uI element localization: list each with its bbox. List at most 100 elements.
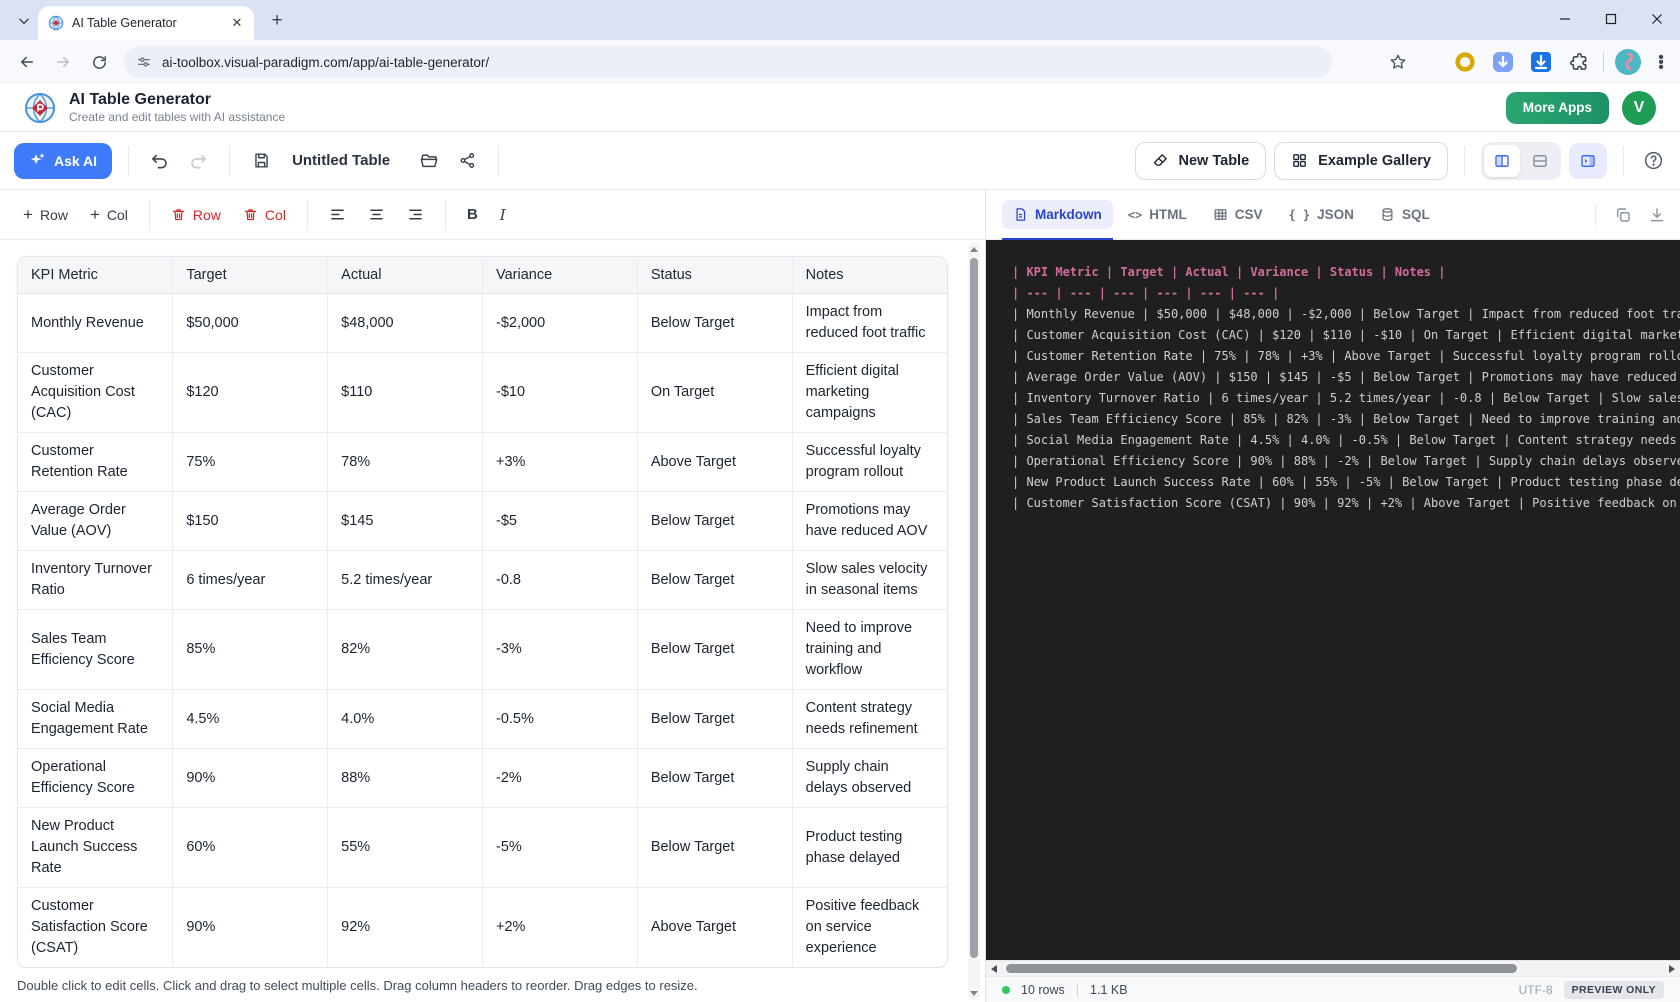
italic-button[interactable]: I [491,200,515,230]
bold-button[interactable]: B [458,200,487,229]
column-header-actual[interactable]: Actual [327,257,483,294]
toggle-right-panel-button[interactable] [1569,142,1607,179]
table-cell[interactable]: 78% [327,432,483,492]
column-header-kpi-metric[interactable]: KPI Metric [18,257,173,294]
extension-download-icon[interactable] [1527,48,1555,76]
window-close-button[interactable] [1634,0,1680,38]
scroll-down-arrow[interactable] [968,986,980,1000]
extensions-puzzle-icon[interactable] [1565,48,1593,76]
ask-ai-button[interactable]: Ask AI [14,142,113,179]
table-cell[interactable]: On Target [636,352,793,433]
table-cell[interactable]: -$2,000 [481,293,638,353]
table-cell[interactable]: -5% [481,807,638,888]
address-bar[interactable]: ai-toolbox.visual-paradigm.com/app/ai-ta… [124,46,1332,78]
tab-close-icon[interactable]: ✕ [228,14,246,32]
split-vertical-toggle[interactable] [1484,144,1520,177]
table-cell[interactable]: Below Target [636,550,793,610]
table-cell[interactable]: Slow sales velocity in seasonal items [791,550,947,610]
table-cell[interactable]: -3% [481,609,638,690]
table-cell[interactable]: -2% [481,748,638,808]
table-cell[interactable]: $48,000 [327,293,483,353]
table-cell[interactable]: -$10 [481,352,638,433]
new-tab-button[interactable]: + [264,8,290,34]
browser-profile-avatar[interactable] [1614,48,1642,76]
add-row-button[interactable]: + Row [14,199,77,231]
new-table-button[interactable]: New Table [1134,141,1267,180]
table-cell[interactable]: $120 [172,352,328,433]
align-right-button[interactable] [398,200,433,229]
tab-sql[interactable]: SQL [1367,190,1443,239]
table-cell[interactable]: 4.5% [172,689,328,749]
column-header-variance[interactable]: Variance [481,257,638,294]
window-minimize-button[interactable] [1542,0,1588,38]
table-cell[interactable]: 90% [172,887,328,967]
tab-markdown[interactable]: Markdown [1000,190,1115,240]
table-cell[interactable]: Operational Efficiency Score [18,748,173,808]
table-cell[interactable]: 4.0% [327,689,483,749]
save-icon[interactable] [246,146,276,176]
extension-arrow-icon[interactable] [1489,48,1517,76]
copy-icon[interactable] [1614,206,1632,224]
download-icon[interactable] [1648,206,1666,224]
table-cell[interactable]: Above Target [636,887,793,967]
table-cell[interactable]: Customer Retention Rate [18,432,173,492]
table-cell[interactable]: $110 [327,352,483,433]
open-folder-icon[interactable] [414,146,444,176]
table-cell[interactable]: Below Target [636,807,793,888]
table-cell[interactable]: 85% [172,609,328,690]
table-cell[interactable]: 5.2 times/year [327,550,483,610]
table-cell[interactable]: 55% [327,807,483,888]
table-cell[interactable]: Below Target [636,748,793,808]
document-title[interactable]: Untitled Table [292,152,390,169]
browser-menu-icon[interactable]: • • • [1652,49,1670,75]
table-cell[interactable]: +2% [481,887,638,967]
table-cell[interactable]: 92% [327,887,483,967]
table-cell[interactable]: Average Order Value (AOV) [18,491,173,551]
table-cell[interactable]: Sales Team Efficiency Score [18,609,173,690]
code-preview[interactable]: | KPI Metric | Target | Actual | Varianc… [986,240,1680,960]
table-cell[interactable]: Successful loyalty program rollout [791,432,947,492]
table-cell[interactable]: Below Target [636,293,793,353]
extension-ring-icon[interactable] [1451,48,1479,76]
column-header-target[interactable]: Target [172,257,328,294]
site-settings-icon[interactable] [136,54,152,70]
delete-row-button[interactable]: Row [162,201,230,229]
bookmark-star-icon[interactable] [1382,46,1414,78]
redo-button[interactable] [183,146,213,176]
reload-button[interactable] [82,45,116,79]
table-cell[interactable]: 60% [172,807,328,888]
table-cell[interactable]: Social Media Engagement Rate [18,689,173,749]
table-cell[interactable]: $50,000 [172,293,328,353]
table-cell[interactable]: Monthly Revenue [18,293,173,353]
table-cell[interactable]: Impact from reduced foot traffic [791,293,947,353]
table-cell[interactable]: Efficient digital marketing campaigns [791,352,947,433]
table-cell[interactable]: $145 [327,491,483,551]
table-cell[interactable]: 75% [172,432,328,492]
user-avatar[interactable]: V [1622,90,1656,125]
window-maximize-button[interactable] [1588,0,1634,38]
h-scrollbar-thumb[interactable] [1006,964,1517,973]
help-icon[interactable] [1640,148,1666,174]
add-column-button[interactable]: + Col [81,199,137,231]
table-cell[interactable]: Inventory Turnover Ratio [18,550,173,610]
table-cell[interactable]: -0.8 [481,550,638,610]
scrollbar-thumb[interactable] [970,258,978,958]
column-header-status[interactable]: Status [636,257,793,294]
tab-html[interactable]: <> HTML [1115,190,1200,239]
table-cell[interactable]: Customer Satisfaction Score (CSAT) [18,888,173,968]
example-gallery-button[interactable]: Example Gallery [1274,141,1448,180]
scroll-right-arrow[interactable] [1669,965,1675,973]
table-cell[interactable]: Above Target [636,432,793,492]
table-cell[interactable]: Supply chain delays observed [791,748,947,808]
share-icon[interactable] [452,146,482,176]
table-cell[interactable]: Positive feedback on service experience [791,887,947,967]
split-horizontal-toggle[interactable] [1522,145,1558,177]
scroll-up-arrow[interactable] [968,242,980,256]
table-cell[interactable]: $150 [172,491,328,551]
browser-tab[interactable]: AI Table Generator ✕ [38,6,254,40]
table-cell[interactable]: 6 times/year [172,550,328,610]
tab-csv[interactable]: CSV [1200,190,1276,239]
table-cell[interactable]: 82% [327,609,483,690]
vertical-scrollbar[interactable] [968,242,980,1000]
table-cell[interactable]: Below Target [636,689,793,749]
